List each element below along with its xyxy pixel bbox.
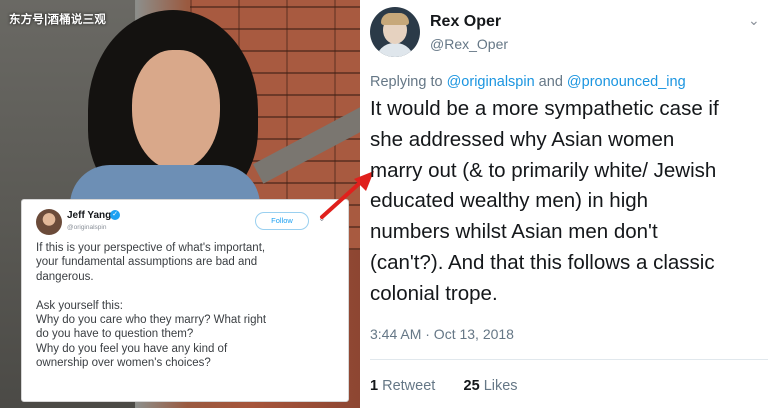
tweet-line: do you have to question them? (36, 328, 194, 341)
author-handle[interactable]: @Rex_Oper (430, 36, 508, 52)
tweet-timestamp[interactable]: 3:44 AM · Oct 13, 2018 (370, 326, 514, 342)
likes-label[interactable]: Likes (484, 378, 518, 394)
reply-and: and (534, 74, 567, 90)
tweet-line: your fundamental assumptions are bad and (36, 256, 258, 269)
reply-context: Replying to @originalspin and @pronounce… (370, 74, 686, 90)
tweet-line: educated wealthy men) in high (370, 189, 649, 213)
follow-button[interactable]: Follow (255, 212, 309, 230)
tweet-line: Ask yourself this: (36, 299, 123, 312)
embedded-tweet-card: Jeff Yang ✓ @originalspin Follow ⌄ If th… (21, 199, 349, 402)
tweet-body: It would be a more sympathetic case if s… (370, 94, 762, 310)
tweet-line: she addressed why Asian women (370, 127, 675, 151)
mention-link[interactable]: @originalspin (447, 74, 535, 90)
red-arrow (320, 171, 374, 219)
tweet-line: Why do you feel you have any kind of (36, 342, 228, 355)
tweet-line: It would be a more sympathetic case if (370, 97, 719, 120)
tweet-line: numbers whilst Asian men don't (370, 220, 658, 244)
retweets-count[interactable]: 1 (370, 378, 378, 394)
tweet-body: If this is your perspective of what's im… (36, 241, 346, 371)
watermark-text: 东方号|酒桶说三观 (9, 14, 107, 26)
tweet-line: Why do you care who they marry? What rig… (36, 314, 267, 327)
mention-link[interactable]: @pronounced_ing (567, 74, 686, 90)
author-handle[interactable]: @originalspin (67, 224, 106, 231)
avatar-body (376, 43, 414, 57)
tweet-stats: 1 Retweet 25 Likes (370, 378, 518, 394)
author-name[interactable]: Jeff Yang (67, 210, 111, 221)
tweet-line: dangerous. (36, 270, 94, 283)
reply-prefix: Replying to (370, 74, 447, 90)
avatar-hair (381, 13, 409, 25)
avatar[interactable] (36, 209, 62, 235)
tweet-line: (can't?). And that this follows a classi… (370, 250, 715, 274)
tweet-line: If this is your perspective of what's im… (36, 242, 266, 254)
divider (370, 359, 768, 360)
tweet-line (36, 284, 346, 298)
chevron-down-icon[interactable]: ⌄ (748, 12, 760, 29)
retweets-label[interactable]: Retweet (382, 378, 435, 394)
tweet-line: marry out (& to primarily white/ Jewish (370, 158, 717, 182)
tweet-line: ownership over women's choices? (36, 357, 211, 370)
likes-count[interactable]: 25 (464, 378, 480, 394)
tweet-line: colonial trope. (370, 281, 498, 305)
verified-icon: ✓ (110, 210, 120, 220)
person-face (132, 50, 220, 170)
author-name[interactable]: Rex Oper (430, 13, 501, 31)
avatar[interactable] (370, 7, 420, 57)
